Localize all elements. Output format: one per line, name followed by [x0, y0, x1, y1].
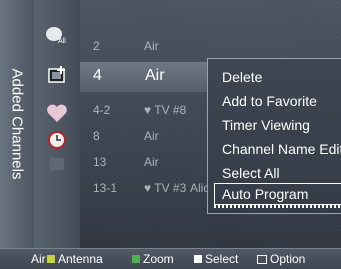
menu-item-channel-name-edit[interactable]: Channel Name Edit: [222, 141, 341, 163]
add-all-icon[interactable]: [43, 150, 71, 178]
button-guide-bar: Air Antenna Zoom Select Option: [0, 248, 341, 269]
channel-number: 13: [93, 155, 107, 169]
channel-category-icons: All: [34, 0, 80, 248]
channel-number: 8: [93, 129, 100, 143]
tv-screen: Added Channels All 2 Air 4 Air 4-2 ♥ TV …: [0, 0, 341, 269]
channel-number: 2: [93, 39, 100, 53]
all-channels-icon[interactable]: All: [43, 22, 71, 50]
channel-type: Air: [144, 129, 159, 143]
menu-scroll-indicator: [214, 205, 341, 208]
channel-row[interactable]: 2 Air: [80, 34, 341, 60]
added-channels-icon[interactable]: [43, 62, 71, 90]
option-label: Option: [270, 252, 306, 266]
channel-mode-title: Added Channels: [8, 68, 26, 180]
green-key-icon: [132, 255, 140, 263]
enter-key-icon: [194, 255, 202, 263]
svg-text:All: All: [58, 38, 66, 45]
favorite-heart-icon[interactable]: [43, 100, 71, 128]
channel-number: 13-1: [93, 181, 118, 195]
select-label: Select: [205, 252, 239, 266]
select-button[interactable]: Select: [194, 252, 238, 266]
menu-item-add-to-favorite[interactable]: Add to Favorite: [222, 93, 341, 115]
channel-type: ♥ TV #3: [144, 181, 187, 195]
channel-type: ♥ TV #8: [144, 103, 187, 117]
zoom-label: Zoom: [143, 252, 174, 266]
antenna-button[interactable]: Antenna: [47, 252, 103, 266]
channel-number: 4: [93, 67, 102, 84]
channel-type: Air: [144, 155, 159, 169]
channel-options-menu: Delete Add to Favorite Timer Viewing Cha…: [207, 58, 341, 214]
channel-number: 4-2: [93, 103, 111, 117]
yellow-key-icon: [47, 255, 55, 263]
zoom-button[interactable]: Zoom: [132, 252, 174, 266]
menu-item-timer-viewing[interactable]: Timer Viewing: [222, 117, 341, 139]
antenna-label: Antenna: [58, 252, 103, 266]
air-label: Air: [31, 252, 46, 266]
channel-type: Air: [144, 39, 159, 53]
channel-type: Air: [145, 67, 165, 84]
option-button[interactable]: Option: [257, 252, 305, 266]
channel-mode-tab[interactable]: Added Channels: [0, 0, 35, 248]
menu-item-auto-program[interactable]: Auto Program: [214, 183, 341, 205]
tools-icon: [257, 255, 267, 264]
menu-item-delete[interactable]: Delete: [222, 69, 341, 91]
